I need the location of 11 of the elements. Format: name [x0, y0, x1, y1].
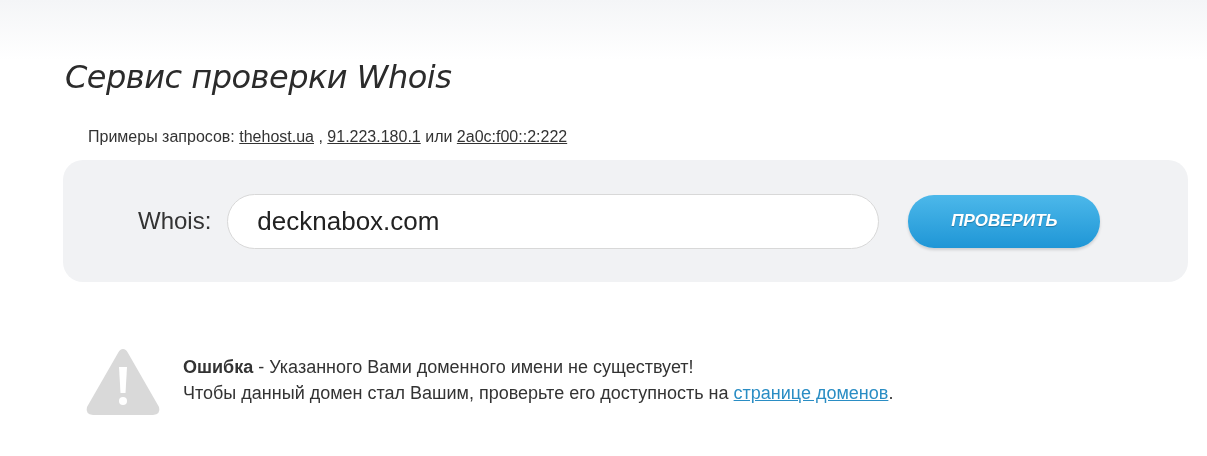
- example-link[interactable]: thehost.ua: [239, 128, 314, 145]
- page-title: Сервис проверки Whois: [65, 58, 453, 96]
- example-link[interactable]: 91.223.180.1: [327, 128, 421, 145]
- domain-input[interactable]: decknabox.com: [227, 193, 880, 249]
- examples-text: Примеры запросов: thehost.ua , 91.223.180.1 или 2a0c:f00::2:222: [88, 128, 568, 146]
- whois-label: Whois:: [138, 207, 212, 235]
- error-message: Ошибка - Указанного Вами доменного имени не существует!: [183, 356, 695, 379]
- error-hint: Чтобы данный домен стал Вашим, проверьте его доступность на странице доменов.: [183, 382, 894, 405]
- domains-page-link[interactable]: странице доменов: [733, 383, 889, 403]
- example-link[interactable]: 2a0c:f00::2:222: [456, 128, 568, 145]
- warning-icon: [85, 347, 161, 417]
